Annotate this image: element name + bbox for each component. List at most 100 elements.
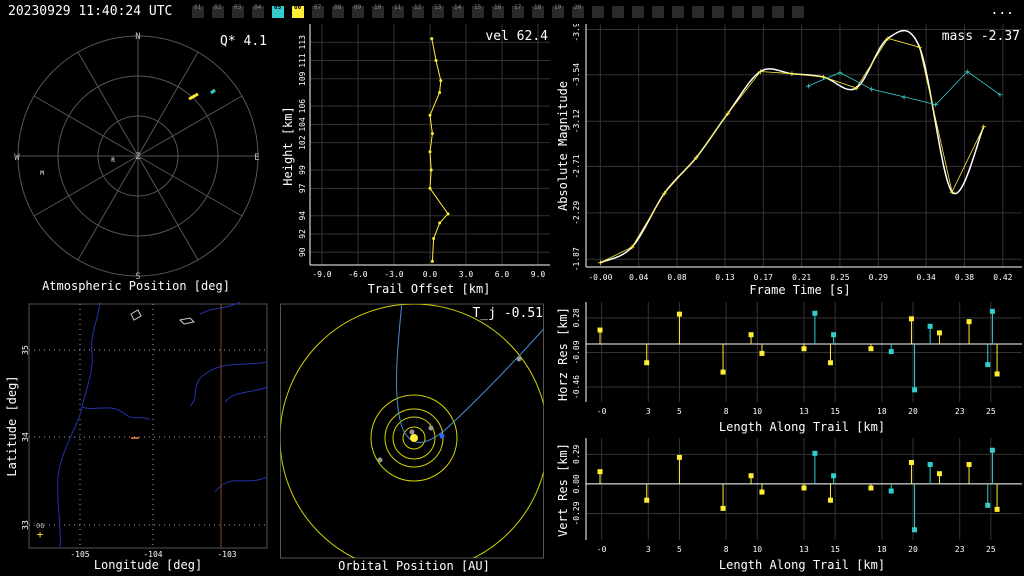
height-point [428, 113, 432, 117]
station-toggle-slot-26[interactable] [692, 6, 704, 18]
residual-marker-cam1 [936, 330, 942, 336]
venus-icon [428, 425, 434, 431]
residual-marker-cam1 [908, 316, 914, 322]
residual-marker-cam1 [748, 473, 754, 479]
magnitude-point-cam1: + [981, 123, 987, 133]
station-toggle-06[interactable]: 06 [292, 4, 304, 18]
station-label: 04 [254, 4, 262, 11]
map-ytick-0: 33 [21, 520, 30, 530]
magnitude-xtick: 0.04 [629, 273, 648, 282]
height-point [428, 186, 432, 190]
magnitude-ytick: -3.95 [572, 24, 581, 42]
residual-ytick: 0.28 [572, 308, 581, 327]
q-star-badge: Q* 4.1 [220, 34, 267, 49]
residual-xtick: 5 [677, 545, 682, 554]
residual-marker-cam1 [676, 454, 682, 460]
atmospheric-chart: N E S W Z R M Q* 4.1 Atmospheric Positio… [14, 32, 267, 293]
station-toggle-01[interactable]: 01 [192, 4, 204, 18]
vel-badge: vel 62.4 [485, 29, 548, 44]
residual-xtick: 8 [724, 545, 729, 554]
residual-marker-cam2 [812, 310, 818, 316]
station-label: 17 [514, 4, 522, 11]
ground-map: 06 + -105 -104 -103 33 34 35 Longitude [… [5, 302, 268, 572]
station-toggle-07[interactable]: 07 [312, 4, 324, 18]
station-r-marker: R [111, 157, 115, 164]
height-point [430, 259, 434, 263]
residual-marker-cam2 [989, 447, 995, 453]
station-toggle-slot-25[interactable] [672, 6, 684, 18]
station-toggle-slot-23[interactable] [632, 6, 644, 18]
residual-marker-cam1 [748, 332, 754, 338]
height-ytick: 104 [298, 117, 307, 132]
station-label: 13 [434, 4, 442, 11]
station-toggle-slot-30[interactable] [772, 6, 784, 18]
station-toggle-09[interactable]: 09 [352, 4, 364, 18]
station-m-marker: M [40, 170, 44, 177]
station-toggle-19[interactable]: 19 [552, 4, 564, 18]
map-xlabel: Longitude [deg] [94, 558, 202, 572]
magnitude-point-cam2: + [837, 69, 843, 79]
height-point [428, 150, 432, 154]
station-toggle-slot-21[interactable] [592, 6, 604, 18]
height-xtick: 3.0 [459, 270, 474, 279]
station-toggle-15[interactable]: 15 [472, 4, 484, 18]
station-toggle-slot-24[interactable] [652, 6, 664, 18]
station-toggle-17[interactable]: 17 [512, 4, 524, 18]
station-toggle-03[interactable]: 03 [232, 4, 244, 18]
residual-xtick: 13 [799, 545, 809, 554]
residual-marker-cam1 [801, 346, 807, 352]
height-point [430, 132, 434, 136]
residual-marker-cam2 [985, 362, 991, 368]
station-toggle-02[interactable]: 02 [212, 4, 224, 18]
station-toggle-14[interactable]: 14 [452, 4, 464, 18]
station-toggle-10[interactable]: 10 [372, 4, 384, 18]
station-toggle-05[interactable]: 05 [272, 4, 284, 18]
station-toggle-slot-22[interactable] [612, 6, 624, 18]
magnitude-xlabel: Frame Time [s] [749, 283, 850, 297]
station-toggle-04[interactable]: 04 [252, 4, 264, 18]
residual-marker-cam1 [720, 369, 726, 375]
station-label: 09 [354, 4, 362, 11]
height-ytick: 90 [298, 247, 307, 257]
residual-xtick: 3 [646, 545, 651, 554]
station-toggle-20[interactable]: 20 [572, 4, 584, 18]
residual-xtick: 15 [830, 407, 840, 416]
tj-badge: T_j -0.51 [473, 306, 543, 321]
station-toggle-13[interactable]: 13 [432, 4, 444, 18]
residual-ytick: -0.46 [572, 375, 581, 399]
polar-spoke [77, 155, 139, 261]
station-toggle-16[interactable]: 16 [492, 4, 504, 18]
magnitude-point-cam1: + [949, 188, 955, 198]
menu-button[interactable]: ... [991, 3, 1014, 18]
station-label: 03 [234, 4, 242, 11]
vert-res-series [597, 447, 1000, 533]
residual-xtick: 25 [986, 407, 996, 416]
station-toggle-slot-27[interactable] [712, 6, 724, 18]
magnitude-xtick: -0.00 [588, 273, 612, 282]
station-label: 14 [454, 4, 462, 11]
magnitude-ytick: -2.71 [572, 154, 581, 178]
meteoroid-orbit [396, 304, 544, 443]
station-toggle-08[interactable]: 08 [332, 4, 344, 18]
station-toggle-12[interactable]: 12 [412, 4, 424, 18]
magnitude-point-cam1: + [662, 189, 668, 199]
vert-res-ticks: -0 3 5 8 10 13 15 18 20 23 25 0.29 0.00 -0.29 [572, 445, 996, 554]
residual-marker-cam1 [994, 371, 1000, 377]
station-toggle-slot-29[interactable] [752, 6, 764, 18]
map-frame [28, 303, 268, 549]
residual-marker-cam1 [908, 459, 914, 465]
magnitude-xtick: 0.21 [792, 273, 811, 282]
magnitude-ylabel: Absolute Magnitude [556, 81, 570, 211]
magnitude-ytick: -3.54 [572, 63, 581, 87]
magnitude-point-cam2: + [997, 91, 1003, 101]
station-toggle-11[interactable]: 11 [392, 4, 404, 18]
polar-spoke [77, 51, 139, 157]
residual-ytick: -0.09 [572, 340, 581, 364]
station-label: 10 [374, 4, 382, 11]
station-toggle-slot-31[interactable] [792, 6, 804, 18]
station-toggle-slot-28[interactable] [732, 6, 744, 18]
magnitude-chart: -0.00 0.04 0.08 0.13 0.17 0.21 0.25 0.29 0.34 0.3… [556, 24, 1022, 297]
magnitude-point-cam2: + [869, 85, 875, 95]
station-toggle-18[interactable]: 18 [532, 4, 544, 18]
mass-badge: mass -2.37 [942, 29, 1020, 44]
